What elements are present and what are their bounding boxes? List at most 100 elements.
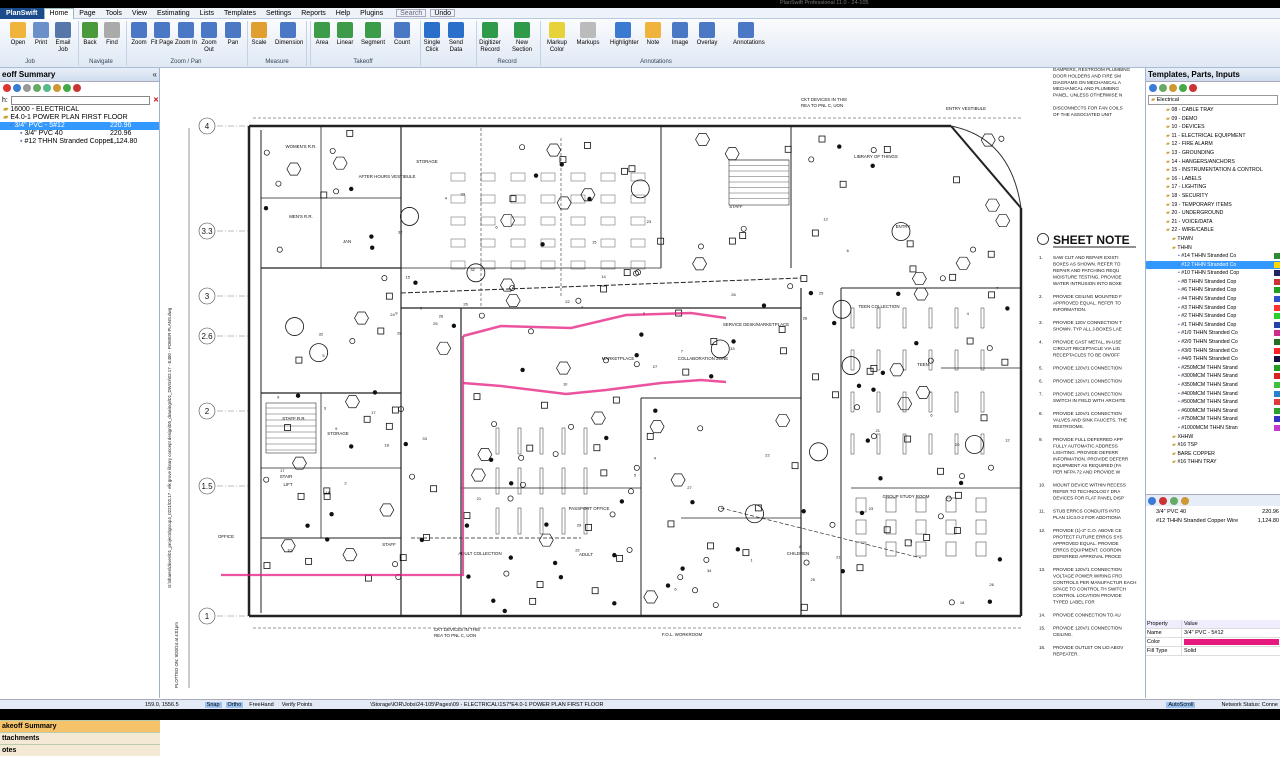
tree-item[interactable]: ▪ #12 THHN Stranded Copper ... 1,124.80: [0, 138, 159, 146]
floor-plan[interactable]: 43.332.621.51WOMEN'S R.R.AFTER HOURS VES…: [161, 68, 1144, 698]
settings-icon[interactable]: [13, 84, 21, 92]
scale-button[interactable]: Scale: [246, 22, 272, 47]
add-icon[interactable]: [1179, 84, 1187, 92]
takeoff-home-run[interactable]: [221, 336, 465, 577]
menu-lists[interactable]: Lists: [195, 8, 219, 19]
freehand-toggle[interactable]: FreeHand: [247, 702, 275, 708]
drawing-canvas[interactable]: 4 3.3 3 2.6 2 1.5 1 WOMEN'S R.R. AFTER HOURS VES…: [161, 68, 1144, 698]
template-item[interactable]: ▪ #500MCM THHN Strand: [1146, 398, 1280, 407]
template-item[interactable]: ▰ 22 - WIRE/CABLE: [1146, 226, 1280, 235]
highlighter-button[interactable]: Highlighter: [610, 22, 639, 47]
template-item[interactable]: ▪ #2/0 THHN Stranded Co: [1146, 338, 1280, 347]
zoom-out-button[interactable]: Zoom Out: [196, 22, 222, 54]
property-row-color[interactable]: Color: [1146, 638, 1280, 647]
template-item[interactable]: ▪ #250MCM THHN Strand: [1146, 364, 1280, 373]
template-item[interactable]: ▰ 15 - INSTRUMENTATION & CONTROL: [1146, 166, 1280, 175]
ortho-toggle[interactable]: Ortho: [225, 701, 244, 708]
template-item[interactable]: ▪ #2 THHN Stranded Cop: [1146, 312, 1280, 321]
template-item[interactable]: ▪ #1000MCM THHN Stran: [1146, 424, 1280, 433]
undo-button[interactable]: Undo: [430, 9, 456, 17]
folder-icon[interactable]: [1169, 84, 1177, 92]
template-item[interactable]: ▪ #750MCM THHN Strand: [1146, 415, 1280, 424]
template-item[interactable]: ▪ #14 THHN Stranded Co: [1146, 252, 1280, 261]
quick-search[interactable]: Search: [396, 9, 427, 17]
fit-page-button[interactable]: Fit Page: [149, 22, 175, 47]
pan-button[interactable]: Pan: [220, 22, 246, 47]
remove-icon[interactable]: [1189, 84, 1197, 92]
template-item[interactable]: ▰ #16 TSP: [1146, 441, 1280, 450]
property-row-filltype[interactable]: Fill Type Solid: [1146, 647, 1280, 656]
takeoff-run-lower[interactable]: [462, 378, 727, 396]
refresh-icon[interactable]: [1170, 497, 1178, 505]
category-select[interactable]: ▰ Electrical: [1148, 95, 1278, 105]
tree-item[interactable]: ▪ 3/4" PVC 40 220.96: [0, 130, 159, 138]
linear-button[interactable]: Linear: [332, 22, 358, 47]
image-button[interactable]: Image: [667, 22, 693, 47]
template-item[interactable]: ▪ #4/0 THHN Stranded Co: [1146, 355, 1280, 364]
menu-reports[interactable]: Reports: [296, 8, 331, 19]
menu-templates[interactable]: Templates: [219, 8, 261, 19]
template-item[interactable]: ▪ #8 THHN Stranded Cop: [1146, 278, 1280, 287]
tree-item[interactable]: ▰ 16000 - ELECTRICAL: [0, 106, 159, 114]
template-item[interactable]: ▪ #1 THHN Stranded Cop: [1146, 321, 1280, 330]
menu-home[interactable]: Home: [43, 7, 75, 19]
dimension-button[interactable]: Dimension: [275, 22, 303, 47]
menu-page[interactable]: Page: [74, 8, 100, 19]
settings-icon[interactable]: [1148, 497, 1156, 505]
template-item[interactable]: ▰ 13 - GROUNDING: [1146, 149, 1280, 158]
template-item[interactable]: ▪ #350MCM THHN Strand: [1146, 381, 1280, 390]
template-item[interactable]: ▰ 10 - DEVICES: [1146, 123, 1280, 132]
filter-icon[interactable]: [23, 84, 31, 92]
template-item[interactable]: ▪ #4 THHN Stranded Cop: [1146, 295, 1280, 304]
takeoff-run-upper[interactable]: [462, 311, 727, 338]
template-item[interactable]: ▰ 20 - UNDERGROUND: [1146, 209, 1280, 218]
template-item[interactable]: ▪ #300MCM THHN Strand: [1146, 372, 1280, 381]
template-item[interactable]: ▪ #600MCM THHN Strand: [1146, 407, 1280, 416]
markup-color-button[interactable]: Markup Color: [544, 22, 570, 54]
add-icon[interactable]: [63, 84, 71, 92]
remove-icon[interactable]: [73, 84, 81, 92]
menu-help[interactable]: Help: [331, 8, 355, 19]
menu-plugins[interactable]: Plugins: [355, 8, 388, 19]
template-item[interactable]: ▰ 14 - HANGERS/ANCHORS: [1146, 158, 1280, 167]
expand-icon[interactable]: [43, 84, 51, 92]
part-item[interactable]: #12 THHN Stranded Copper Wire 1,124.80: [1146, 517, 1280, 526]
tab-ttachments[interactable]: ttachments: [0, 732, 160, 744]
refresh-icon[interactable]: [33, 84, 41, 92]
template-item[interactable]: ▰ #16 THHN TRAY: [1146, 458, 1280, 467]
overlay-button[interactable]: Overlay: [694, 22, 720, 47]
template-item[interactable]: ▰ 19 - TEMPORARY ITEMS: [1146, 201, 1280, 210]
template-item[interactable]: ▪ #6 THHN Stranded Cop: [1146, 286, 1280, 295]
template-item[interactable]: ▰ THHN: [1146, 244, 1280, 253]
single-click-button[interactable]: Single Click: [419, 22, 445, 54]
markups-button[interactable]: Markups: [575, 22, 601, 47]
tab-otes[interactable]: otes: [0, 744, 160, 756]
template-item[interactable]: ▰ 17 - LIGHTING: [1146, 183, 1280, 192]
menu-view[interactable]: View: [127, 8, 152, 19]
template-item[interactable]: ▪ #12 THHN Stranded Co: [1146, 260, 1280, 270]
verify-points-toggle[interactable]: Verify Points: [280, 702, 315, 708]
autoscroll-toggle[interactable]: AutoScroll: [1166, 701, 1196, 708]
property-row-name[interactable]: Name 3/4" PVC - 5#12: [1146, 629, 1280, 638]
folder-icon[interactable]: [53, 84, 61, 92]
delete-icon[interactable]: [1159, 497, 1167, 505]
template-item[interactable]: ▰ 09 - DEMO: [1146, 115, 1280, 124]
template-item[interactable]: ▪ #3 THHN Stranded Cop: [1146, 304, 1280, 313]
template-item[interactable]: ▰ 08 - CABLE TRAY: [1146, 106, 1280, 115]
new-section-button[interactable]: New Section: [509, 22, 535, 54]
template-item[interactable]: ▰ 11 - ELECTRICAL EQUIPMENT: [1146, 132, 1280, 141]
snap-toggle[interactable]: Snap: [204, 701, 222, 708]
app-menu-button[interactable]: PlanSwift: [0, 7, 44, 19]
clear-icon[interactable]: ✕: [153, 96, 159, 104]
template-item[interactable]: ▰ 16 - LABELS: [1146, 175, 1280, 184]
delete-icon[interactable]: [3, 84, 11, 92]
annotations-button[interactable]: Annotations: [733, 22, 765, 47]
template-item[interactable]: ▰ BARE COPPER: [1146, 450, 1280, 459]
count-button[interactable]: Count: [389, 22, 415, 47]
tab-akeoff-summary[interactable]: akeoff Summary: [0, 720, 160, 732]
find-button[interactable]: Find: [99, 22, 125, 47]
template-item[interactable]: ▰ 12 - FIRE ALARM: [1146, 140, 1280, 149]
email-job-button[interactable]: Email Job: [50, 22, 76, 54]
template-item[interactable]: ▰ 18 - SECURITY: [1146, 192, 1280, 201]
refresh-icon[interactable]: [1159, 84, 1167, 92]
